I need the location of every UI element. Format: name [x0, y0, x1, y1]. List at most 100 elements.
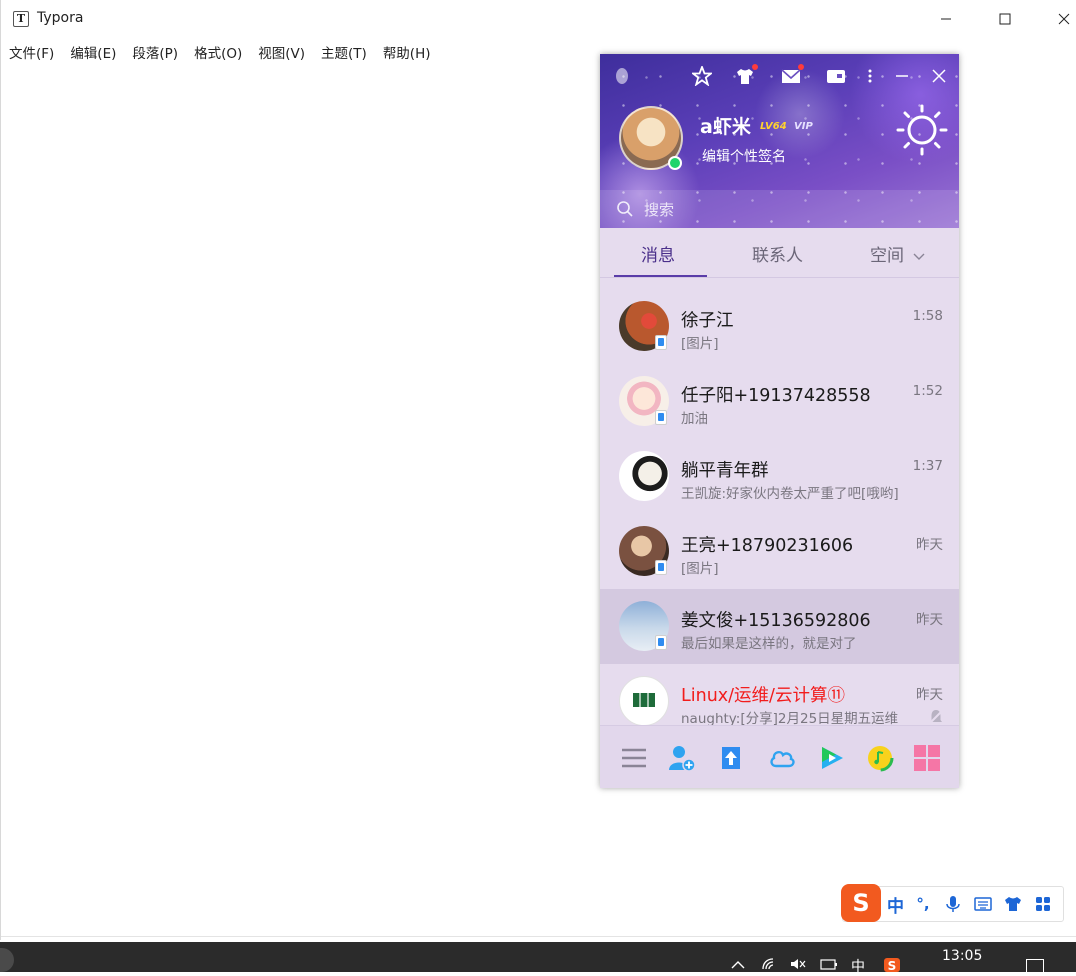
group-avatar[interactable]: [619, 451, 669, 501]
conversation-item[interactable]: 徐子江 [图片] 1:58: [600, 289, 959, 364]
tray-chevron-up-icon[interactable]: [730, 958, 746, 972]
conversation-item[interactable]: 任子阳+19137428558 加油 1:52: [600, 364, 959, 439]
search-box[interactable]: 搜索: [600, 190, 959, 228]
qq-mail-icon[interactable]: [780, 64, 804, 86]
message-preview: 最后如果是这样的，就是对了: [681, 636, 857, 652]
windows-taskbar: 中 S 13:05: [0, 942, 1076, 975]
app-manager-icon[interactable]: [913, 744, 941, 772]
mobile-online-icon: [655, 560, 667, 575]
level-badge[interactable]: LV64: [760, 121, 787, 132]
group-name: Linux/运维/云计算⑪: [681, 686, 845, 706]
file-transfer-icon[interactable]: [717, 744, 745, 772]
qq-close-icon[interactable]: [928, 66, 950, 86]
message-preview: 王凯旋:好家伙内卷太严重了吧[哦哟]: [681, 486, 899, 502]
message-time: 1:37: [912, 458, 943, 474]
tab-space-label: 空间: [870, 246, 904, 266]
menu-edit[interactable]: 编辑(E): [62, 38, 124, 64]
menu-bar: 文件(F) 编辑(E) 段落(P) 格式(O) 视图(V) 主题(T) 帮助(H…: [1, 38, 439, 64]
tray-ime-indicator[interactable]: 中: [850, 956, 866, 975]
add-friend-icon[interactable]: [668, 744, 696, 772]
conversation-item-selected[interactable]: 姜文俊+15136592806 最后如果是这样的，就是对了 昨天: [600, 589, 959, 664]
maximize-button[interactable]: [982, 4, 1028, 34]
qq-penguin-icon[interactable]: [611, 66, 633, 86]
typora-app-icon: T: [13, 11, 29, 27]
ime-status-bar: S 中 °,: [841, 884, 1064, 922]
maximize-icon: [999, 13, 1011, 25]
contact-name: 姜文俊+15136592806: [681, 611, 871, 631]
active-tab-indicator: [614, 275, 707, 277]
conversation-list[interactable]: 徐子江 [图片] 1:58 任子阳+19137428558 加油 1:52 躺平…: [600, 289, 959, 725]
soft-keyboard-icon[interactable]: [972, 893, 994, 915]
qq-star-icon[interactable]: [691, 66, 713, 86]
ime-toolbox-icon[interactable]: [1032, 893, 1054, 915]
message-preview: [图片]: [681, 336, 719, 352]
ime-punctuation-toggle[interactable]: °,: [912, 893, 934, 915]
qq-bottom-toolbar: [600, 725, 959, 788]
menu-paragraph[interactable]: 段落(P): [124, 38, 186, 64]
tab-messages[interactable]: 消息: [641, 241, 675, 266]
svg-text:S: S: [888, 959, 897, 972]
qq-header: a虾米 LV64 VIP 编辑个性签名 搜索: [600, 54, 959, 228]
window-title: Typora: [37, 10, 84, 26]
chevron-down-icon: [913, 253, 925, 260]
ime-skin-icon[interactable]: [1002, 893, 1024, 915]
contact-name: 徐子江: [681, 311, 734, 331]
tencent-video-icon[interactable]: [818, 744, 846, 772]
vip-badge[interactable]: VIP: [794, 121, 813, 132]
ime-mode-toggle[interactable]: 中: [887, 892, 904, 917]
menu-format[interactable]: 格式(O): [186, 38, 250, 64]
mobile-online-icon: [655, 335, 667, 350]
action-center-icon[interactable]: [1026, 959, 1044, 973]
online-status-icon[interactable]: [668, 156, 682, 170]
close-icon: [1058, 13, 1070, 25]
main-menu-icon[interactable]: [620, 744, 648, 772]
message-preview: [图片]: [681, 561, 719, 577]
minimize-button[interactable]: [923, 4, 969, 34]
notification-dot: [752, 64, 758, 70]
qq-minimize-icon[interactable]: [891, 66, 913, 86]
mobile-online-icon: [655, 410, 667, 425]
menu-file[interactable]: 文件(F): [1, 38, 62, 64]
signature-edit[interactable]: 编辑个性签名: [702, 146, 786, 166]
search-placeholder: 搜索: [644, 201, 675, 219]
editor-bottom-border: [1, 936, 1076, 937]
message-time: 1:58: [912, 308, 943, 324]
search-icon: [617, 201, 633, 217]
tab-space[interactable]: 空间: [870, 241, 925, 266]
menu-help[interactable]: 帮助(H): [375, 38, 439, 64]
qq-skin-icon[interactable]: [734, 64, 758, 86]
tab-contacts[interactable]: 联系人: [752, 241, 803, 266]
conversation-item[interactable]: 王亮+18790231606 [图片] 昨天: [600, 514, 959, 589]
tray-battery-icon[interactable]: [820, 958, 837, 972]
tray-volume-muted-icon[interactable]: [790, 958, 806, 972]
thinking-logo-icon: [633, 693, 655, 707]
qq-music-icon[interactable]: [866, 744, 894, 772]
contact-name: 任子阳+19137428558: [681, 386, 871, 406]
conversation-item[interactable]: Linux/运维/云计算⑪ naughty:[分享]2月25日星期五运维 昨天: [600, 664, 959, 725]
title-bar[interactable]: T Typora: [1, 0, 1076, 38]
message-time: 昨天: [916, 612, 943, 628]
tray-sogou-icon[interactable]: S: [884, 958, 900, 973]
tray-wifi-icon[interactable]: [762, 958, 778, 972]
minimize-icon: [941, 18, 951, 20]
message-time: 昨天: [916, 687, 943, 703]
message-time: 1:52: [912, 383, 943, 399]
qq-wallet-icon[interactable]: [825, 66, 847, 86]
weiyun-cloud-icon[interactable]: [768, 744, 796, 772]
taskbar-start-edge[interactable]: [0, 948, 14, 972]
message-preview: naughty:[分享]2月25日星期五运维: [681, 711, 899, 725]
conversation-item[interactable]: 躺平青年群 王凯旋:好家伙内卷太严重了吧[哦哟] 1:37: [600, 439, 959, 514]
group-name: 躺平青年群: [681, 461, 769, 481]
menu-theme[interactable]: 主题(T): [313, 38, 375, 64]
qq-tab-bar: 消息 联系人 空间: [600, 228, 959, 278]
mobile-online-icon: [655, 635, 667, 650]
microphone-icon[interactable]: [942, 893, 964, 915]
sogou-logo-icon[interactable]: S: [841, 884, 881, 922]
group-avatar[interactable]: [619, 676, 669, 725]
mute-bell-icon: [928, 709, 944, 725]
taskbar-clock[interactable]: 13:05: [942, 948, 982, 964]
menu-view[interactable]: 视图(V): [250, 38, 313, 64]
close-button[interactable]: [1041, 4, 1076, 34]
weather-sun-icon[interactable]: [896, 104, 948, 156]
qq-more-icon[interactable]: [859, 66, 881, 86]
